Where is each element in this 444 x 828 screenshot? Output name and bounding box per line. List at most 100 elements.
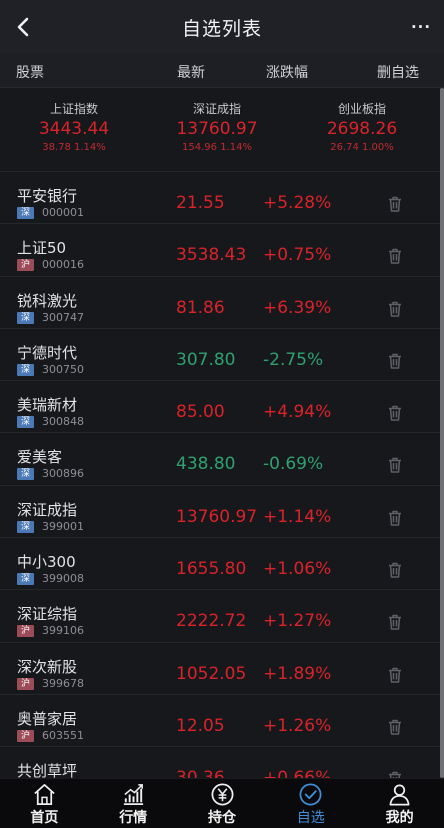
stock-name: 深次新股: [17, 657, 78, 676]
tab-profile[interactable]: 我的: [355, 779, 444, 828]
page-title: 自选列表: [181, 17, 262, 40]
trash-icon[interactable]: [385, 299, 405, 319]
index-price: 2698.26: [326, 119, 398, 139]
stock-change-pct: +0.66%: [263, 768, 331, 778]
stock-code: 399678: [42, 676, 84, 690]
app-root: 自选列表 ··· 股票 最新 涨跌幅 删自选 上证指数 3443.44 38.7…: [0, 0, 444, 828]
stock-name: 美瑞新材: [17, 396, 78, 415]
watchlist[interactable]: 平安银行深 000001 21.55 +5.28% 上证50 沪 000016 3538.43…: [0, 172, 440, 778]
stock-code: 399008: [42, 572, 84, 586]
tab-label: 自选: [296, 810, 325, 826]
stock-code: 399001: [42, 519, 84, 533]
tab-label: 持仓: [207, 810, 236, 826]
stock-change-pct: +1.89%: [263, 663, 332, 684]
stock-change-pct: +4.94%: [263, 402, 332, 423]
market-badge: 深: [17, 416, 34, 429]
stock-name: 平安银行: [17, 187, 78, 205]
trash-icon[interactable]: [385, 246, 405, 266]
stock-price: 1655.80: [176, 559, 247, 580]
table-row[interactable]: 深证综指沪 399106 2222.72 +1.27%: [0, 590, 440, 643]
table-row[interactable]: 锐科激光深 300747 81.86 +6.39%: [0, 277, 440, 329]
stock-code: 300750: [42, 362, 84, 376]
trash-icon[interactable]: [385, 351, 405, 371]
tab-label: 首页: [30, 810, 59, 826]
market-badge: 深: [17, 573, 34, 586]
market-badge: 深: [17, 520, 34, 533]
table-row[interactable]: 上证50 沪 000016 3538.43 +0.75%: [0, 224, 440, 277]
column-delete: 删自选: [377, 65, 419, 81]
trash-icon[interactable]: [385, 717, 405, 737]
trash-icon[interactable]: [385, 508, 405, 528]
stock-price: 2222.72: [176, 611, 247, 632]
stock-change-pct: +5.28%: [263, 193, 332, 213]
trash-icon[interactable]: [385, 560, 405, 580]
stock-name: 锐科激光: [17, 291, 78, 310]
stock-name: 深证成指: [17, 500, 78, 519]
stock-code: 000001: [42, 206, 84, 219]
tab-watchlist[interactable]: 自选: [266, 779, 355, 828]
table-row[interactable]: 宁德时代深 300750 307.80 -2.75%: [0, 329, 440, 382]
index-name: 深证成指: [192, 102, 241, 116]
tab-home[interactable]: 首页: [0, 779, 89, 828]
trash-icon[interactable]: [385, 403, 405, 423]
back-button[interactable]: [8, 12, 38, 42]
table-row[interactable]: 深证成指深 399001 13760.97 +1.14%: [0, 486, 440, 539]
stock-change-pct: +1.06%: [263, 559, 332, 580]
column-change: 涨跌幅: [266, 65, 308, 81]
index-sz[interactable]: 深证成指 13760.97 154.96 1.14%: [143, 100, 291, 153]
top-bar: 自选列表 ···: [0, 0, 444, 54]
stock-name: 宁德时代: [17, 343, 78, 362]
table-row[interactable]: 共创草坪沪30.36+0.66%: [0, 747, 440, 778]
more-menu-button[interactable]: ···: [408, 14, 434, 40]
trash-icon[interactable]: [385, 665, 405, 685]
table-row[interactable]: 深次新股沪 399678 1052.05 +1.89%: [0, 643, 440, 695]
chart-icon: [123, 784, 143, 805]
stock-price: 307.80: [176, 349, 236, 370]
stock-change-pct: -2.75%: [263, 349, 324, 370]
stock-code: 603551: [42, 728, 84, 742]
tab-holdings[interactable]: 持仓: [178, 779, 267, 828]
column-stock: 股票: [16, 65, 44, 81]
stock-price: 3538.43: [176, 245, 247, 266]
market-badge: 沪: [17, 729, 34, 742]
market-badge: 深: [17, 207, 34, 219]
table-row[interactable]: 爱美客深 300896 438.80 -0.69%: [0, 433, 440, 486]
index-price: 3443.44: [38, 119, 110, 139]
table-row[interactable]: 平安银行深 000001 21.55 +5.28%: [0, 172, 440, 225]
table-row[interactable]: 美瑞新材深 300848 85.00 +4.94%: [0, 381, 440, 434]
stock-price: 13760.97: [176, 506, 258, 527]
home-icon: [34, 784, 55, 805]
scrollbar[interactable]: [440, 88, 444, 778]
column-latest: 最新: [177, 65, 205, 81]
market-badge: 深: [17, 363, 34, 376]
market-badge: 深: [17, 311, 34, 324]
tab-market[interactable]: 行情: [89, 779, 178, 828]
stock-name: 上证50: [17, 239, 67, 258]
chevron-left-icon: [17, 17, 29, 37]
index-sh[interactable]: 上证指数 3443.44 38.78 1.14%: [0, 100, 148, 153]
market-badge: 沪: [17, 625, 34, 638]
index-cyb[interactable]: 创业板指 2698.26 26.74 1.00%: [288, 100, 436, 153]
trash-icon[interactable]: [385, 612, 405, 632]
stock-price: 438.80: [176, 454, 236, 475]
table-row[interactable]: 中小300 深 399008 1655.80 +1.06%: [0, 538, 440, 591]
stock-change-pct: +0.75%: [263, 245, 332, 266]
stock-change-pct: +1.27%: [263, 611, 332, 632]
stock-code: 300896: [42, 467, 84, 481]
market-badge: 深: [17, 468, 34, 481]
tab-label: 行情: [119, 810, 148, 826]
table-row[interactable]: 奥普家居沪 603551 12.05 +1.26%: [0, 695, 440, 748]
stock-name: 中小300: [17, 553, 76, 572]
index-change: 38.78 1.14%: [42, 142, 106, 153]
stock-change-pct: +1.14%: [263, 506, 332, 527]
stock-name: 奥普家居: [17, 709, 78, 728]
trash-icon[interactable]: [385, 194, 405, 214]
trash-icon[interactable]: [385, 769, 405, 778]
stock-change-pct: +1.26%: [263, 715, 332, 736]
stock-price: 1052.05: [176, 663, 247, 684]
market-badge: 沪: [17, 677, 34, 690]
stock-code: 300747: [42, 310, 84, 324]
index-name: 创业板指: [337, 102, 386, 116]
user-icon: [389, 784, 410, 806]
trash-icon[interactable]: [385, 455, 405, 475]
